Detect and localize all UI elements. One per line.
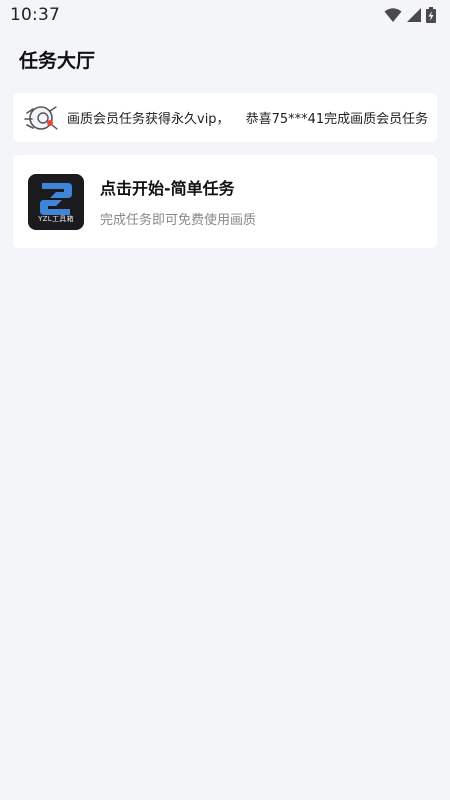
app-logo: YZL工具箱 [28, 173, 84, 230]
notice-text-left: 画质会员任务获得永久vip， [67, 112, 230, 127]
task-card[interactable]: YZL工具箱 点击开始-简单任务 完成任务即可免费使用画质 [13, 155, 437, 248]
battery-charging-icon [426, 7, 436, 23]
status-icons [384, 7, 436, 23]
task-info: 点击开始-简单任务 完成任务即可免费使用画质 [100, 175, 256, 228]
task-title: 点击开始-简单任务 [100, 179, 235, 198]
app-logo-text: YZL工具箱 [38, 214, 74, 223]
signal-icon [407, 8, 421, 22]
status-time: 10:37 [10, 5, 60, 25]
notice-text-right: 恭喜75***41完成画质会员任务 [245, 112, 429, 127]
megaphone-icon [23, 100, 59, 136]
page-title: 任务大厅 [19, 50, 96, 72]
notice-banner[interactable]: 画质会员任务获得永久vip， 恭喜75***41完成画质会员任务 [13, 93, 437, 142]
status-bar: 10:37 [0, 0, 450, 30]
notice-text: 画质会员任务获得永久vip， 恭喜75***41完成画质会员任务 [67, 108, 428, 127]
wifi-icon [384, 8, 402, 22]
task-description: 完成任务即可免费使用画质 [100, 213, 257, 228]
